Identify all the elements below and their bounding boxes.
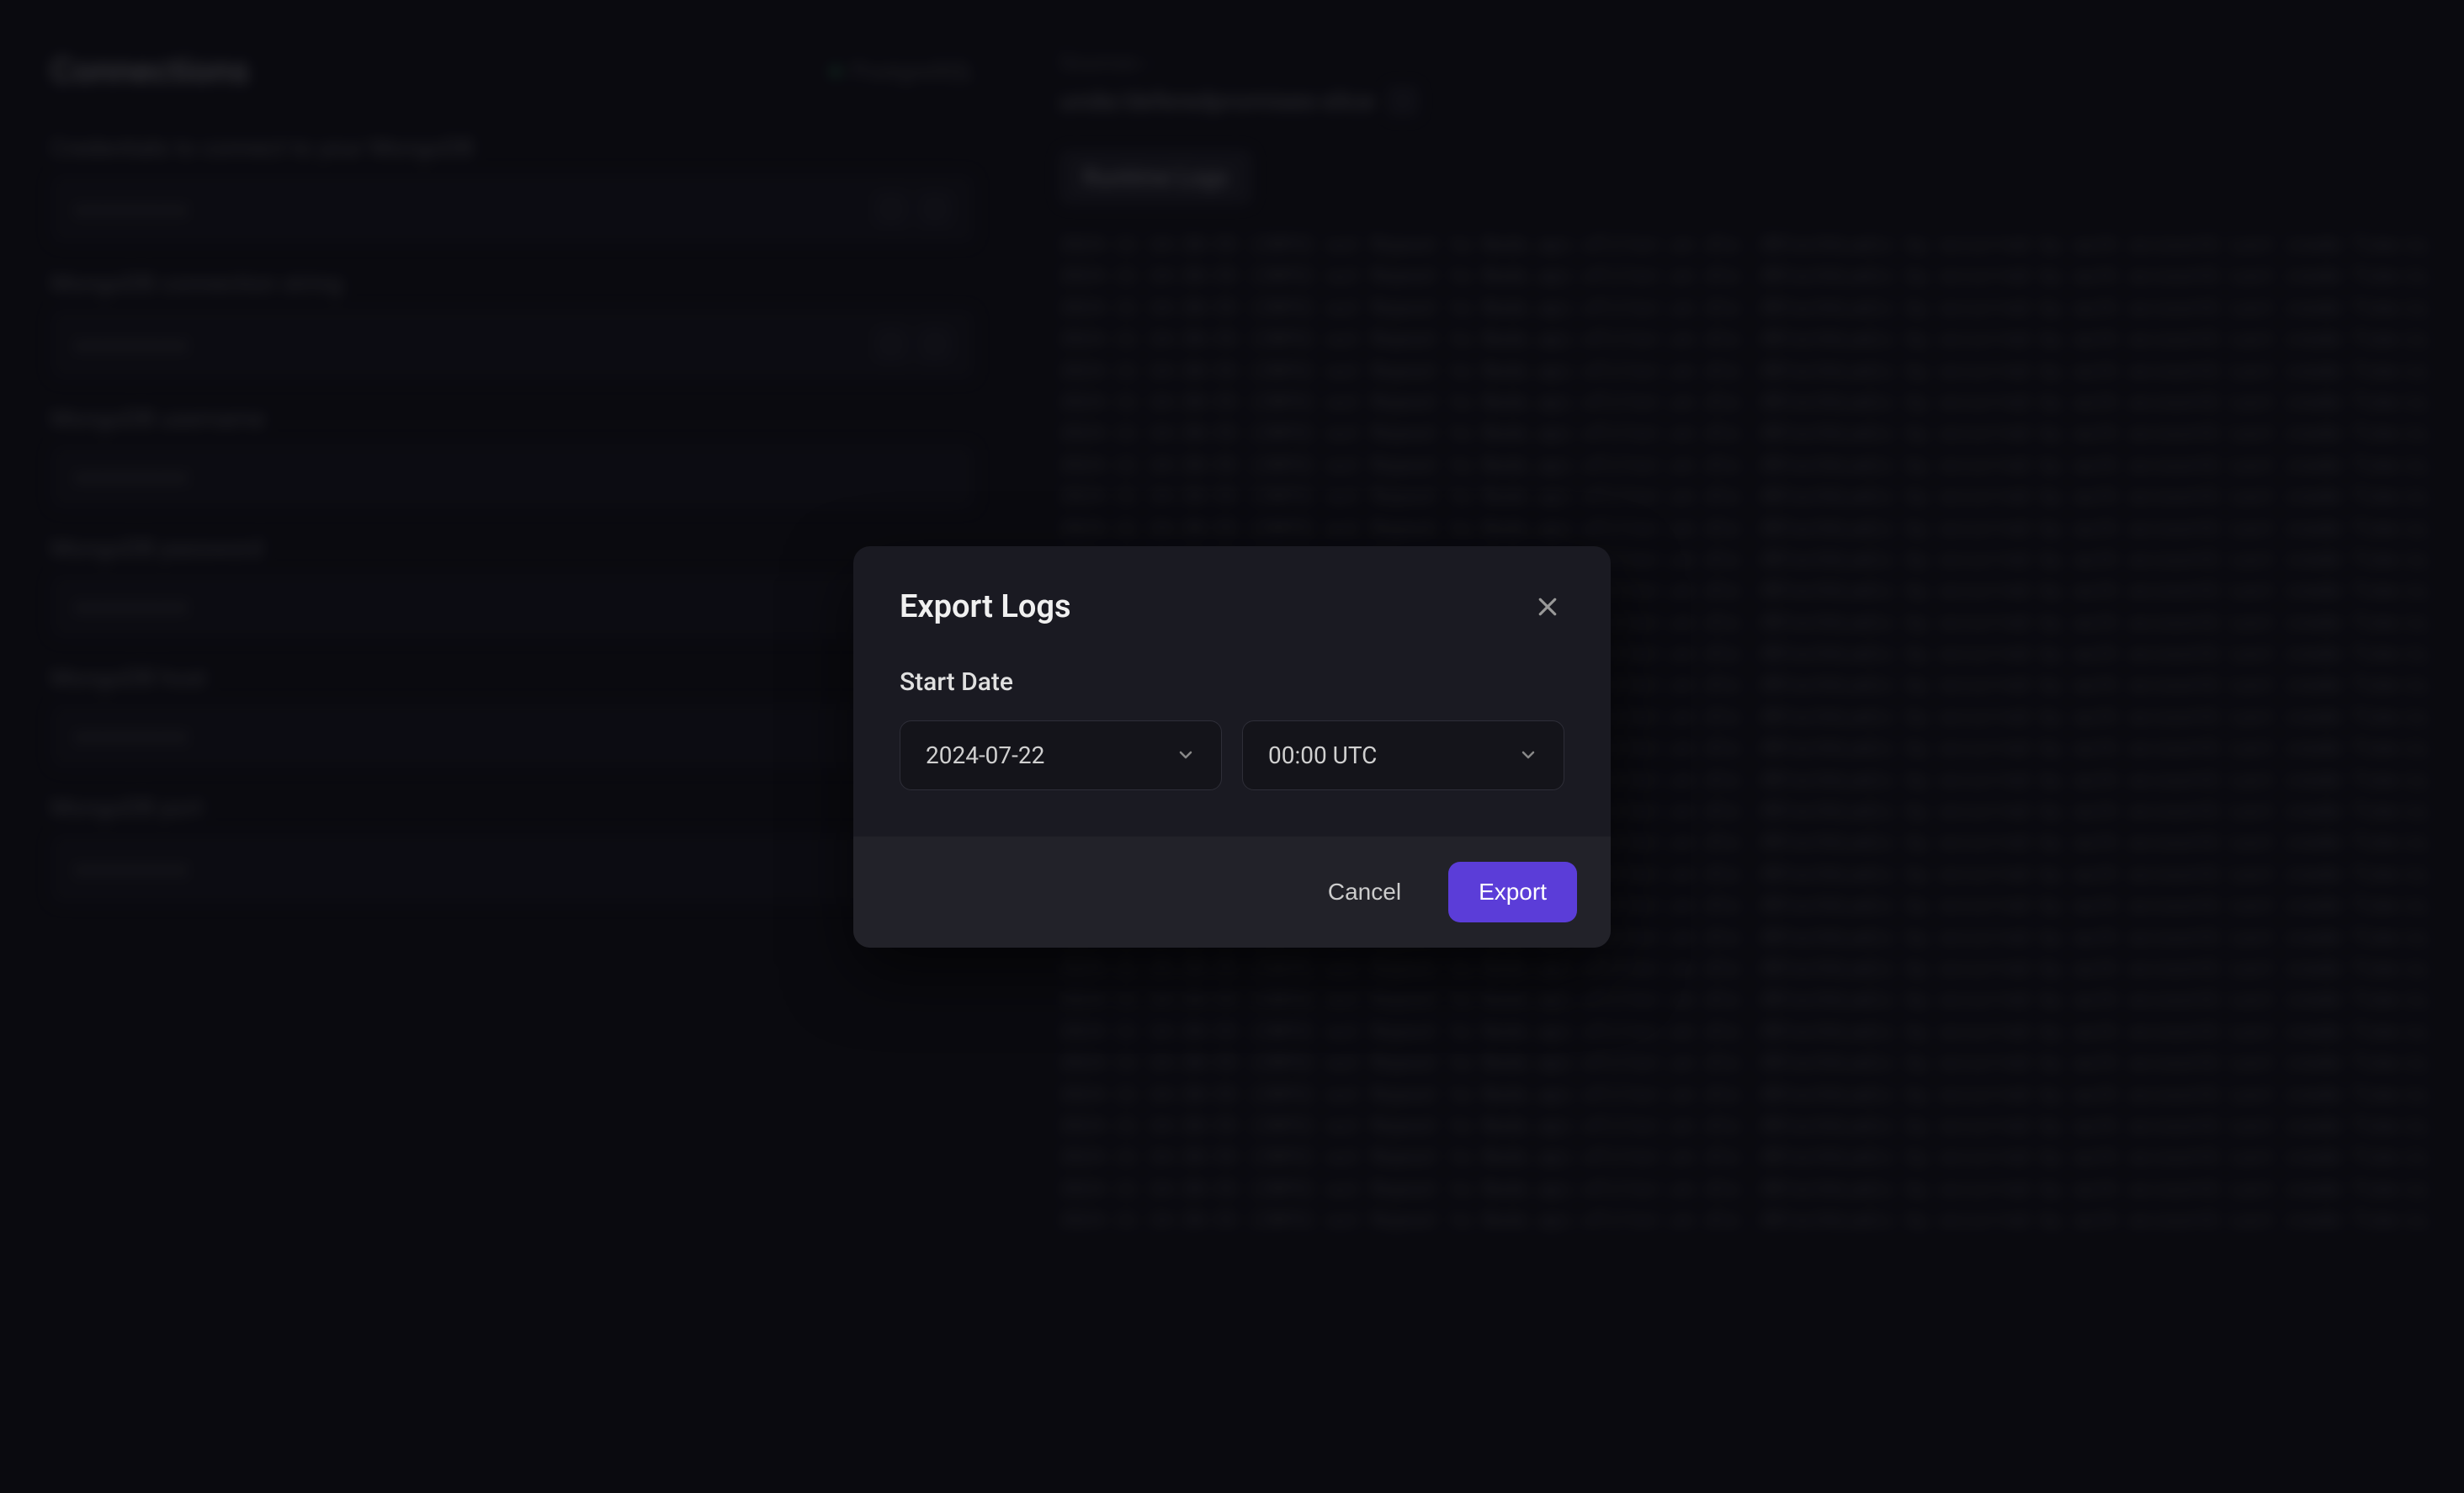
close-button[interactable]: [1531, 590, 1564, 624]
date-select[interactable]: 2024-07-22: [900, 720, 1222, 790]
time-value: 00:00 UTC: [1268, 741, 1377, 769]
date-value: 2024-07-22: [926, 741, 1044, 769]
cancel-button[interactable]: Cancel: [1298, 862, 1431, 922]
start-date-label: Start Date: [900, 667, 1564, 697]
close-icon: [1535, 594, 1560, 619]
modal-title: Export Logs: [900, 588, 1071, 625]
export-button[interactable]: Export: [1448, 862, 1577, 922]
time-select[interactable]: 00:00 UTC: [1242, 720, 1564, 790]
modal-footer: Cancel Export: [853, 837, 1611, 948]
chevron-down-icon: [1518, 745, 1538, 765]
chevron-down-icon: [1176, 745, 1196, 765]
modal-overlay: Export Logs Start Date 2024-07-22: [0, 0, 2464, 1493]
export-logs-modal: Export Logs Start Date 2024-07-22: [853, 546, 1611, 948]
